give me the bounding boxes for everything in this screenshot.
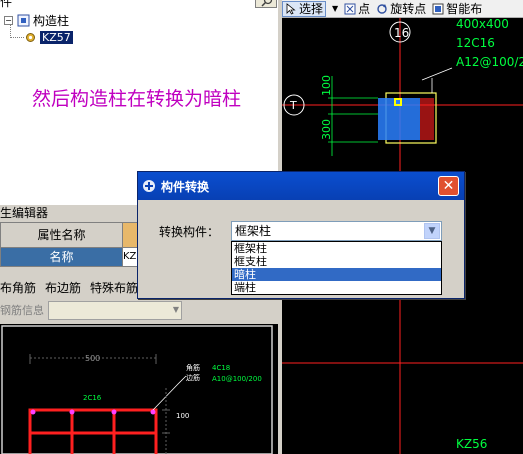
rebar-info-label: 钢筋信息	[0, 304, 44, 317]
option-frame-support-column[interactable]: 框支柱	[232, 255, 441, 268]
section-drawing: 500 2C16 角筋 边筋 4C18 A10@100/200 100	[1, 325, 273, 454]
convert-component-select[interactable]: 框架柱 ▼	[231, 221, 442, 241]
option-frame-column[interactable]: 框架柱	[232, 242, 441, 255]
cursor-icon	[286, 2, 296, 15]
tutorial-annotation: 然后构造柱在转换为暗柱	[32, 88, 242, 110]
side-bar-button[interactable]: 布边筋	[45, 279, 81, 296]
property-row-name[interactable]: 名称 KZ	[0, 248, 138, 267]
tree-partial-text: 件	[0, 0, 13, 9]
cad-dim-a: 100	[320, 75, 333, 96]
convert-component-value: 框架柱	[235, 224, 272, 238]
column-type-icon	[17, 14, 30, 26]
dialog-app-icon	[143, 180, 155, 192]
smart-layout-icon	[432, 3, 444, 14]
tree-child-label: KZ57	[40, 30, 73, 44]
close-button[interactable]: ✕	[438, 176, 459, 196]
point-label: 点	[358, 2, 371, 16]
rebar-info-select[interactable]: ▼	[48, 300, 182, 320]
convert-component-options: 框架柱 框支柱 暗柱 端柱	[231, 241, 442, 295]
section-corner-label: 角筋	[186, 363, 200, 372]
tree-node-kz57[interactable]: KZ57	[24, 29, 73, 45]
select-button[interactable]: 选择	[282, 0, 327, 17]
dialog-title: 构件转换	[161, 179, 210, 194]
drawing-toolbar: 选择 ▼ 点 旋转点 智能布	[282, 0, 523, 18]
section-side-value: A10@100/200	[212, 375, 262, 383]
cad-bottom-label: KZ56	[456, 437, 487, 451]
section-drawing-canvas[interactable]: 500 2C16 角筋 边筋 4C18 A10@100/200 100	[0, 324, 278, 454]
search-button[interactable]	[255, 0, 277, 8]
point-button[interactable]: 点	[344, 0, 370, 17]
axis-label-left: T	[289, 99, 297, 112]
property-value-header[interactable]	[123, 223, 137, 247]
property-table: 属性名称 名称 KZ	[0, 222, 138, 267]
section-corner-value: 4C18	[212, 364, 230, 372]
section-side-label: 边筋	[186, 373, 200, 382]
corner-bar-button[interactable]: 布角筋	[0, 279, 36, 296]
option-end-column[interactable]: 端柱	[232, 281, 441, 294]
select-label: 选择	[299, 2, 324, 16]
cad-size-label: 400x400	[456, 18, 509, 31]
property-row-label: 名称	[1, 248, 123, 266]
dialog-titlebar[interactable]: 构件转换 ✕	[138, 172, 464, 200]
cad-dim-b: 300	[320, 119, 333, 140]
section-dim-side: 100	[176, 412, 189, 420]
tree-root-label: 构造柱	[33, 13, 70, 28]
component-gear-icon	[26, 32, 35, 42]
smart-layout-button[interactable]: 智能布	[432, 0, 482, 17]
section-top-bars: 2C16	[83, 394, 102, 402]
rebar-info-row: 钢筋信息 ▼	[0, 300, 278, 320]
app-window: 件 − 构造柱 KZ57 然后构造柱在转换为暗柱 生编辑器 属性名称 名称 KZ	[0, 0, 523, 454]
property-name-header[interactable]: 属性名称	[1, 223, 123, 247]
tree-connector	[10, 37, 24, 38]
cad-stirrups: A12@100/2	[456, 55, 523, 69]
smart-layout-label: 智能布	[446, 2, 483, 16]
rotate-point-button[interactable]: 旋转点	[376, 0, 426, 17]
point-icon	[344, 3, 356, 14]
chevron-down-icon: ▼	[172, 304, 179, 314]
close-icon: ✕	[442, 178, 455, 194]
tree-partial-row: 件	[0, 0, 12, 9]
rotate-point-label: 旋转点	[390, 2, 427, 16]
cad-main-bars: 12C16	[456, 36, 495, 50]
collapse-icon[interactable]: −	[4, 15, 13, 25]
select-dropdown-icon[interactable]: ▼	[332, 4, 338, 13]
option-hidden-column[interactable]: 暗柱	[232, 268, 441, 281]
axis-label-top: 16	[394, 26, 409, 40]
rotate-icon	[377, 3, 387, 14]
special-bar-button[interactable]: 特殊布筋	[90, 279, 138, 296]
chevron-down-icon[interactable]: ▼	[424, 223, 440, 239]
convert-component-dialog: 构件转换 ✕ 转换构件： 框架柱 ▼ 框架柱 框支柱 暗柱 端柱	[137, 171, 465, 299]
property-row-value[interactable]: KZ	[123, 248, 137, 266]
convert-component-label: 转换构件：	[159, 225, 220, 239]
property-table-header: 属性名称	[0, 222, 138, 248]
tree-node-root[interactable]: − 构造柱	[4, 12, 69, 28]
search-icon	[261, 0, 273, 7]
section-dim-top: 500	[85, 354, 100, 363]
